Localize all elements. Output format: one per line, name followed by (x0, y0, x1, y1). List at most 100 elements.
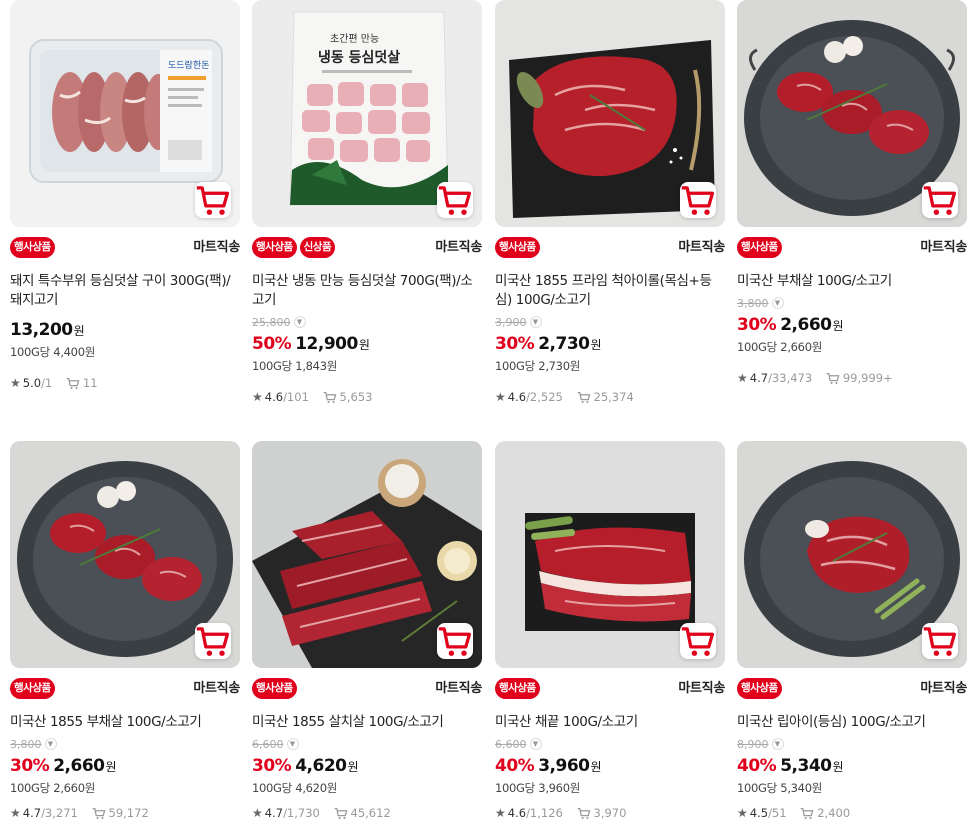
product-image[interactable] (737, 441, 967, 668)
tag-row: 행사상품 마트직송 (495, 235, 725, 258)
add-to-cart-button[interactable] (437, 182, 473, 218)
cart-icon (438, 185, 472, 215)
star-icon: ★ (10, 806, 21, 820)
chevron-down-icon[interactable]: ▼ (771, 738, 784, 750)
add-to-cart-button[interactable] (680, 182, 716, 218)
new-badge: 신상품 (299, 237, 336, 258)
shipping-label: 마트직송 (678, 681, 725, 696)
add-to-cart-button[interactable] (922, 623, 958, 659)
chevron-down-icon[interactable]: ▼ (293, 316, 306, 328)
cart-count-icon (92, 807, 105, 820)
product-title[interactable]: 미국산 립아이(등심) 100G/소고기 (737, 713, 967, 732)
product-card[interactable]: 행사상품 마트직송 미국산 채끝 100G/소고기 6,600 ▼ 40% 3,96… (495, 441, 725, 822)
product-card[interactable]: 행사상품 마트직송 미국산 1855 부채살 100G/소고기 3,800 ▼ 3… (10, 441, 240, 822)
product-image[interactable] (495, 441, 725, 668)
product-stats: ★ 4.6/101 5,653 (252, 390, 482, 406)
add-to-cart-button[interactable] (680, 623, 716, 659)
unit-price: 100G당 3,960원 (495, 781, 580, 795)
review-count: /33,473 (768, 371, 813, 385)
product-title[interactable]: 미국산 1855 살치살 100G/소고기 (252, 713, 482, 732)
cart-count: 59,172 (108, 806, 149, 820)
product-title[interactable]: 미국산 부채살 100G/소고기 (737, 272, 967, 291)
cart-count-icon (577, 391, 590, 404)
chevron-down-icon[interactable]: ▼ (286, 738, 299, 750)
product-image[interactable] (252, 441, 482, 668)
review-count: /1,126 (526, 806, 563, 820)
review-count: /3,271 (41, 806, 78, 820)
product-image[interactable] (737, 0, 967, 227)
rating-value: 4.6 (507, 806, 527, 820)
product-card[interactable]: 행사상품 마트직송 미국산 1855 프라임 척아이롤(목심+등심) 100G/… (495, 0, 725, 406)
tag-row: 행사상품 마트직송 (10, 235, 240, 258)
product-stats: ★ 4.6/1,126 3,970 (495, 806, 725, 822)
discount-rate: 30% (495, 334, 535, 354)
product-title[interactable]: 미국산 냉동 만능 등심덧살 700G(팩)/소고기 (252, 272, 482, 310)
chevron-down-icon[interactable]: ▼ (529, 738, 542, 750)
product-title[interactable]: 돼지 특수부위 등심덧살 구이 300G(팩)/돼지고기 (10, 272, 240, 310)
shipping-label: 마트직송 (193, 681, 240, 696)
rating-value: 4.6 (264, 390, 284, 404)
chevron-down-icon[interactable]: ▼ (529, 316, 542, 328)
product-card[interactable]: 행사상품 마트직송 미국산 부채살 100G/소고기 3,800 ▼ 30% 2,6… (737, 0, 967, 387)
review-count: /51 (768, 806, 787, 820)
package-label: 냉동 등심덧살 (318, 49, 400, 66)
star-icon: ★ (737, 371, 748, 385)
discount-rate: 30% (10, 756, 50, 776)
star-icon: ★ (252, 806, 263, 820)
unit-price: 100G당 2,660원 (737, 340, 822, 354)
event-badge: 행사상품 (252, 678, 297, 699)
product-image[interactable] (495, 0, 725, 227)
add-to-cart-button[interactable] (195, 623, 231, 659)
discount-rate: 50% (252, 334, 292, 354)
product-stats: ★ 4.7/33,473 99,999+ (737, 371, 967, 387)
price-row: 30% 2,660원 (10, 754, 240, 778)
product-card[interactable]: 행사상품 마트직송 미국산 립아이(등심) 100G/소고기 8,900 ▼ 40… (737, 441, 967, 822)
tag-row: 행사상품 마트직송 (495, 676, 725, 699)
chevron-down-icon[interactable]: ▼ (771, 297, 784, 309)
product-title[interactable]: 미국산 채끝 100G/소고기 (495, 713, 725, 732)
cart-count-icon (66, 377, 80, 390)
chevron-down-icon[interactable]: ▼ (44, 738, 57, 750)
discount-rate: 40% (495, 756, 535, 776)
review-count: /101 (283, 390, 309, 404)
product-title[interactable]: 미국산 1855 프라임 척아이롤(목심+등심) 100G/소고기 (495, 272, 725, 310)
add-to-cart-button[interactable] (437, 623, 473, 659)
cart-count: 5,653 (339, 390, 373, 404)
currency-label: 원 (590, 338, 602, 352)
cart-icon (196, 626, 230, 656)
cart-count: 99,999+ (842, 371, 893, 385)
product-card[interactable]: 도드람한돈 행사상품 마트직송 돼지 특수부위 등심덧살 구이 300G(팩)/… (10, 0, 240, 392)
product-card[interactable]: 행사상품 마트직송 미국산 1855 살치살 100G/소고기 6,600 ▼ 3… (252, 441, 482, 822)
original-price: 3,900 ▼ (495, 316, 725, 330)
shipping-label: 마트직송 (435, 681, 482, 696)
event-badge: 행사상품 (10, 678, 55, 699)
add-to-cart-button[interactable] (922, 182, 958, 218)
sale-price: 2,730 (538, 334, 590, 354)
product-stats: ★ 4.7/3,271 59,172 (10, 806, 240, 822)
product-image[interactable]: 초간편 만능 냉동 등심덧살 (252, 0, 482, 227)
cart-count-icon (577, 807, 590, 820)
star-icon: ★ (495, 806, 506, 820)
original-price: 8,900 ▼ (737, 738, 967, 752)
tag-row: 행사상품 마트직송 (737, 235, 967, 258)
sale-price: 2,660 (780, 315, 832, 335)
cart-count-icon (323, 391, 336, 404)
cart-icon (923, 626, 957, 656)
star-icon: ★ (737, 806, 748, 820)
cart-count: 2,400 (817, 806, 851, 820)
product-image[interactable]: 도드람한돈 (10, 0, 240, 227)
product-card[interactable]: 초간편 만능 냉동 등심덧살 행사상품 신상품 마트직송 미국산 냉동 만능 등심… (252, 0, 482, 406)
sale-price: 5,340 (780, 756, 832, 776)
unit-price: 100G당 2,730원 (495, 359, 580, 373)
product-title[interactable]: 미국산 1855 부채살 100G/소고기 (10, 713, 240, 732)
add-to-cart-button[interactable] (195, 182, 231, 218)
shipping-label: 마트직송 (435, 240, 482, 255)
discount-rate: 30% (252, 756, 292, 776)
cart-count-icon (826, 372, 840, 385)
tag-row: 행사상품 마트직송 (252, 676, 482, 699)
shipping-label: 마트직송 (920, 240, 967, 255)
rating-value: 4.7 (749, 371, 769, 385)
product-image[interactable] (10, 441, 240, 668)
tag-row: 행사상품 마트직송 (10, 676, 240, 699)
rating-value: 4.6 (507, 390, 527, 404)
